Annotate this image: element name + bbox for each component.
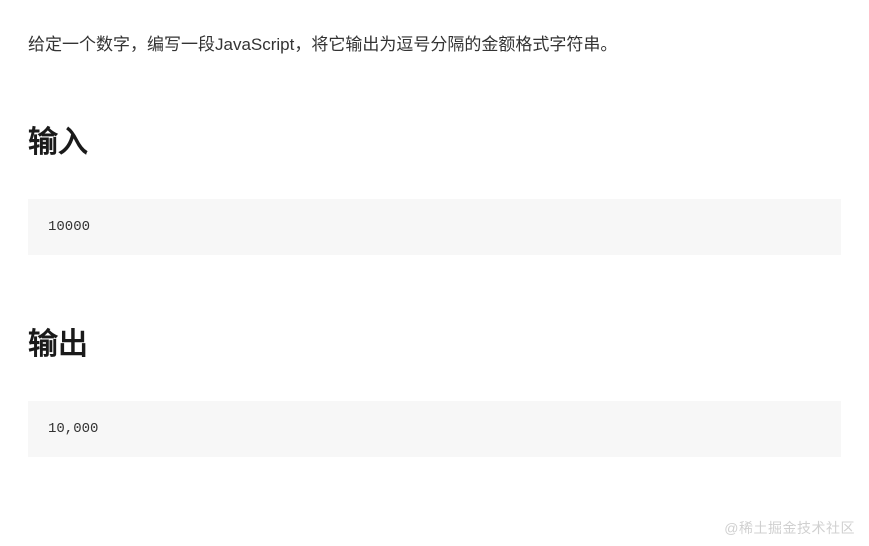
watermark-text: @稀土掘金技术社区: [724, 518, 855, 538]
output-heading: 输出: [28, 319, 841, 363]
output-code-block: 10,000: [28, 401, 841, 457]
input-code-block: 10000: [28, 199, 841, 255]
input-heading: 输入: [28, 117, 841, 161]
problem-description: 给定一个数字，编写一段JavaScript，将它输出为逗号分隔的金额格式字符串。: [28, 30, 841, 61]
